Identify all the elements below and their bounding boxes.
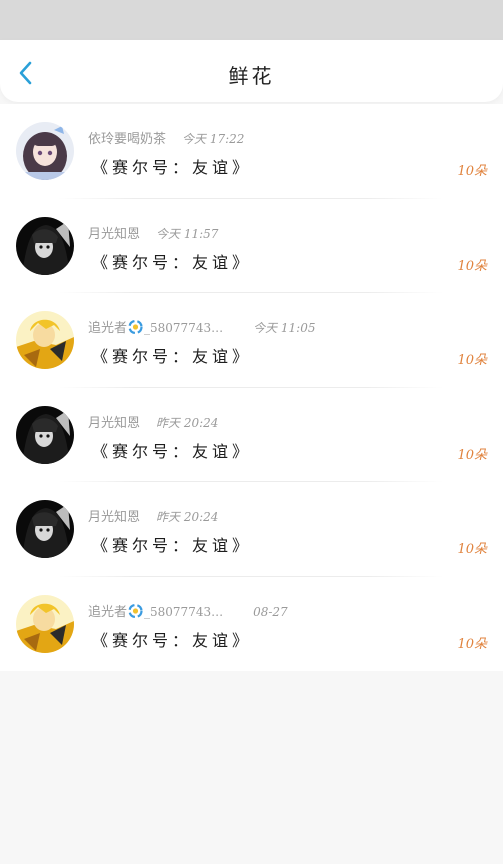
sender-meta: 月光知恩 今天 11:57 bbox=[88, 223, 218, 242]
sender-name-suffix: _58077743… bbox=[144, 604, 224, 619]
page-title: 鲜花 bbox=[228, 64, 275, 88]
send-time: 今天 17:22 bbox=[182, 132, 245, 146]
gift-list: 依玲要喝奶茶 今天 17:22 《赛尔号：友谊》 10朵 月光知恩 今天 11:57… bbox=[0, 104, 503, 671]
sender-name: 追光者 bbox=[88, 604, 128, 620]
list-item[interactable]: 月光知恩 昨天 20:24 《赛尔号：友谊》 10朵 bbox=[0, 482, 503, 577]
flower-count: 10朵 bbox=[457, 258, 487, 274]
swirl-badge-icon bbox=[127, 603, 144, 618]
gift-name: 《赛尔号：友谊》 bbox=[92, 441, 253, 461]
gift-name: 《赛尔号：友谊》 bbox=[92, 158, 253, 177]
list-item[interactable]: 依玲要喝奶茶 今天 17:22 《赛尔号：友谊》 10朵 bbox=[0, 104, 503, 199]
sender-name: 月光知恩 bbox=[88, 415, 141, 431]
sender-name: 月光知恩 bbox=[88, 226, 141, 242]
sender-meta: 追光者 _58077743… 今天 11:05 bbox=[88, 317, 316, 336]
list-item[interactable]: 月光知恩 昨天 20:24 《赛尔号：友谊》 10朵 bbox=[0, 388, 503, 482]
avatar[interactable] bbox=[16, 594, 74, 653]
sender-name: 月光知恩 bbox=[88, 510, 141, 525]
gift-name: 《赛尔号：友谊》 bbox=[92, 347, 253, 366]
gift-name: 《赛尔号：友谊》 bbox=[92, 630, 253, 650]
flower-count: 10朵 bbox=[457, 353, 487, 368]
avatar[interactable] bbox=[16, 500, 74, 558]
flower-count: 10朵 bbox=[457, 542, 487, 557]
flower-count: 10朵 bbox=[457, 636, 487, 652]
sender-name-suffix: _58077743… bbox=[144, 321, 224, 335]
avatar[interactable] bbox=[16, 405, 74, 464]
flower-count: 10朵 bbox=[457, 447, 487, 463]
list-item[interactable]: 追光者 _58077743… 今天 11:05 《赛尔号：友谊》 10朵 bbox=[0, 293, 503, 388]
flower-count: 10朵 bbox=[457, 164, 487, 179]
list-item[interactable]: 追光者 _58077743… 08-27 《赛尔号：友谊》 10朵 bbox=[0, 577, 503, 672]
send-time: 今天 11:05 bbox=[253, 321, 316, 335]
send-time: 昨天 20:24 bbox=[156, 415, 219, 430]
avatar[interactable] bbox=[16, 311, 74, 369]
avatar[interactable] bbox=[16, 122, 74, 180]
sender-meta: 依玲要喝奶茶 今天 17:22 bbox=[88, 128, 244, 147]
list-item[interactable]: 月光知恩 今天 11:57 《赛尔号：友谊》 10朵 bbox=[0, 199, 503, 293]
gift-name: 《赛尔号：友谊》 bbox=[92, 536, 253, 555]
send-time: 昨天 20:24 bbox=[156, 510, 219, 524]
sender-meta: 月光知恩 昨天 20:24 bbox=[88, 506, 218, 525]
send-time: 今天 11:57 bbox=[156, 226, 219, 241]
gift-name: 《赛尔号：友谊》 bbox=[92, 252, 253, 272]
sender-name: 依玲要喝奶茶 bbox=[88, 132, 167, 147]
header-bar: 鲜花 bbox=[0, 40, 503, 102]
swirl-badge-icon bbox=[127, 319, 144, 335]
sender-meta: 追光者 _58077743… 08-27 bbox=[88, 601, 288, 620]
avatar[interactable] bbox=[16, 216, 74, 275]
sender-meta: 月光知恩 昨天 20:24 bbox=[88, 412, 218, 431]
send-time: 08-27 bbox=[253, 604, 288, 619]
sender-name: 追光者 bbox=[88, 321, 128, 336]
status-bar bbox=[0, 0, 503, 40]
